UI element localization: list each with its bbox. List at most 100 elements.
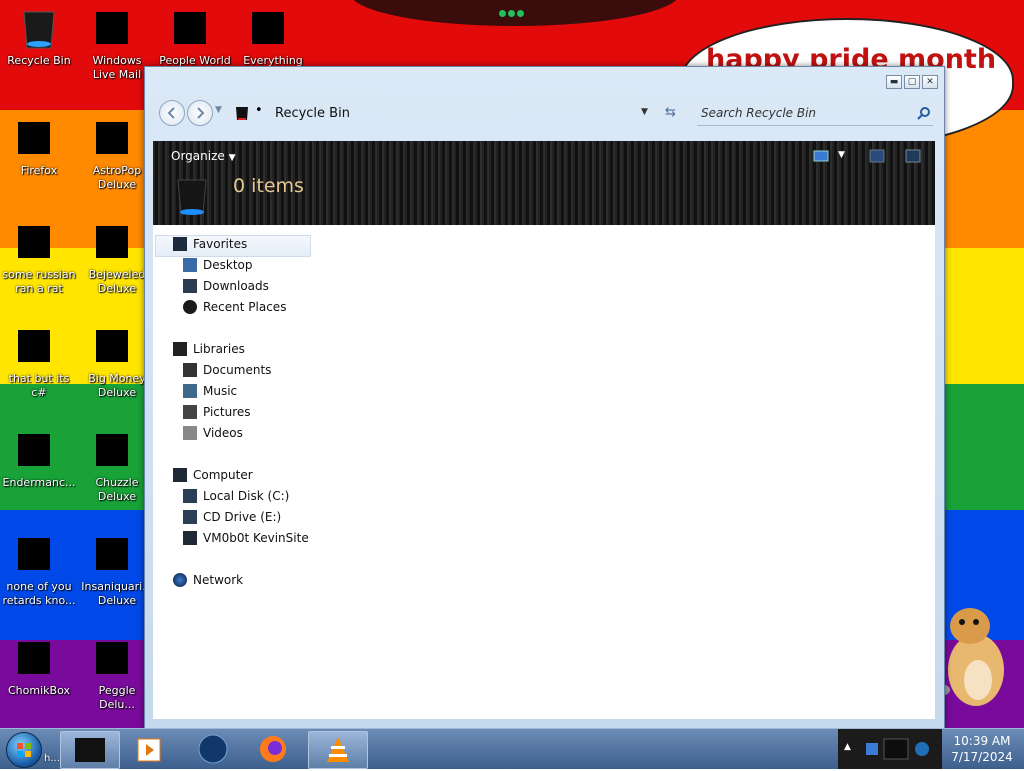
system-tray: ▲	[838, 729, 942, 769]
wallpaper-dots	[499, 6, 527, 17]
maximize-button[interactable]: ▢	[904, 75, 920, 89]
navigation-pane: Favorites Desktop Downloads Recent Place…	[153, 225, 935, 719]
nav-pictures[interactable]: Pictures	[183, 405, 251, 419]
address-box[interactable]: • Recycle Bin ▼	[233, 101, 653, 125]
view-dropdown-icon[interactable]: ▼	[838, 150, 845, 160]
peggle-icon	[94, 636, 140, 682]
command-bar: Organize ▼ ▼ 0 items	[153, 141, 935, 225]
search-input[interactable]: Search Recycle Bin	[701, 106, 816, 120]
nav-videos[interactable]: Videos	[183, 426, 243, 440]
nav-network-drive[interactable]: VM0b0t KevinSite	[183, 531, 309, 545]
nav-libraries[interactable]: Libraries	[173, 342, 245, 356]
clock-time: 10:39 AM	[953, 734, 1011, 748]
people-icon	[172, 6, 218, 52]
show-hidden-icons-icon[interactable]: ▲	[844, 742, 851, 752]
forward-button[interactable]	[187, 100, 213, 126]
taskbar-globe[interactable]	[184, 731, 242, 767]
desktop-icon-recycle-bin[interactable]: Recycle Bin	[2, 6, 76, 68]
chuzzle-icon	[94, 428, 140, 474]
star-icon	[173, 237, 187, 251]
ie-icon	[16, 220, 62, 266]
nav-recent-places[interactable]: Recent Places	[183, 300, 286, 314]
desktop-icon-none-of-you[interactable]: none of you retards kno...	[2, 532, 76, 608]
breadcrumb-separator-icon[interactable]: •	[255, 103, 263, 118]
nav-downloads[interactable]: Downloads	[183, 279, 269, 293]
desktop-icon-chomikbox[interactable]: ChomikBox	[2, 636, 76, 698]
nav-music[interactable]: Music	[183, 384, 237, 398]
desktop-icon	[183, 258, 197, 272]
desktop-icon-people-world[interactable]: People World	[158, 6, 232, 68]
recent-places-icon	[183, 300, 197, 314]
forward-arrow-icon	[197, 107, 205, 119]
windows-logo-icon	[17, 743, 31, 757]
firefox-icon	[260, 736, 286, 762]
game-icon	[94, 116, 140, 162]
fish-icon	[94, 532, 140, 578]
documents-icon	[183, 363, 197, 377]
desktop-icon-some-russian[interactable]: some russian ran a rat	[2, 220, 76, 296]
address-dropdown-icon[interactable]: ▼	[641, 107, 648, 117]
preview-pane-icon[interactable]	[869, 149, 885, 163]
recent-pages-icon[interactable]: ▼	[215, 105, 222, 115]
libraries-icon	[173, 342, 187, 356]
nav-cd-drive[interactable]: CD Drive (E:)	[183, 510, 281, 524]
nav-computer[interactable]: Computer	[173, 468, 253, 482]
desktop-icon-bejeweled[interactable]: Bejeweled Deluxe	[80, 220, 154, 296]
network-icon	[173, 573, 187, 587]
terminal-icon	[16, 428, 62, 474]
explorer-window[interactable]: ▬ ▢ ✕ ▼ • Recycle Bin ▼ ⇆ Search Recycle…	[144, 66, 945, 730]
desktop-icon-peggle[interactable]: Peggle Delu...	[80, 636, 154, 712]
address-bar-row: ▼ • Recycle Bin ▼ ⇆ Search Recycle Bin	[157, 97, 935, 131]
desktop-icon-astropop[interactable]: AstroPop Deluxe	[80, 116, 154, 192]
nav-favorites[interactable]: Favorites	[173, 237, 247, 251]
desktop-icon-big-money[interactable]: Big Money Deluxe	[80, 324, 154, 400]
close-button[interactable]: ✕	[922, 75, 938, 89]
desktop-icon-windows-live-mail[interactable]: Windows Live Mail	[80, 6, 154, 82]
taskbar: h... ww ▲ 10:39 AM 7/17/2024	[0, 728, 1024, 769]
view-options-icon[interactable]	[813, 149, 829, 163]
taskbar-firefox[interactable]	[244, 731, 302, 767]
start-button[interactable]	[6, 732, 42, 768]
address-text: Recycle Bin	[275, 106, 350, 121]
recycle-bin-small-icon	[236, 107, 248, 120]
nav-network[interactable]: Network	[173, 573, 243, 587]
cd-drive-icon	[183, 510, 197, 524]
nav-local-disk[interactable]: Local Disk (C:)	[183, 489, 289, 503]
hamster-box-icon	[16, 636, 62, 682]
taskbar-vlc[interactable]	[308, 731, 368, 769]
search-icon[interactable]	[917, 106, 931, 120]
recycle-bin-icon	[16, 6, 62, 52]
nav-documents[interactable]: Documents	[183, 363, 271, 377]
back-button[interactable]	[159, 100, 185, 126]
desktop-icon-firefox[interactable]: Firefox	[2, 116, 76, 178]
organize-button[interactable]: Organize ▼	[171, 149, 236, 163]
chevron-down-icon: ▼	[228, 153, 236, 163]
pictures-icon	[183, 405, 197, 419]
refresh-icon[interactable]: ⇆	[665, 105, 676, 120]
videos-icon	[183, 426, 197, 440]
tray-icons[interactable]	[864, 737, 934, 761]
computer-icon	[173, 468, 187, 482]
search-box[interactable]: Search Recycle Bin	[697, 101, 933, 126]
help-icon[interactable]	[905, 149, 921, 163]
desktop-icon-endermanc[interactable]: Endermanc...	[2, 428, 76, 490]
desktop-icon-everything[interactable]: Everything	[236, 6, 310, 68]
firefox-icon	[16, 116, 62, 162]
hard-drive-icon	[183, 489, 197, 503]
desktop-icon-insaniquarium[interactable]: Insaniquari... Deluxe	[80, 532, 154, 608]
desktop-icon-chuzzle[interactable]: Chuzzle Deluxe	[80, 428, 154, 504]
minimize-button[interactable]: ▬	[886, 75, 902, 89]
clock-date: 7/17/2024	[951, 750, 1013, 764]
nav-desktop[interactable]: Desktop	[183, 258, 253, 272]
window-icon	[16, 324, 62, 370]
search-icon	[250, 6, 296, 52]
desktop-icon-that-but-c[interactable]: that but its c#	[2, 324, 76, 400]
taskbar-media-player[interactable]	[120, 731, 178, 767]
recycle-bin-large-icon	[177, 179, 207, 215]
money-bag-icon	[94, 324, 140, 370]
clock[interactable]: 10:39 AM 7/17/2024	[940, 729, 1024, 769]
back-arrow-icon	[167, 107, 175, 119]
music-icon	[183, 384, 197, 398]
taskbar-explorer[interactable]	[60, 731, 120, 769]
vlc-icon	[327, 737, 349, 762]
